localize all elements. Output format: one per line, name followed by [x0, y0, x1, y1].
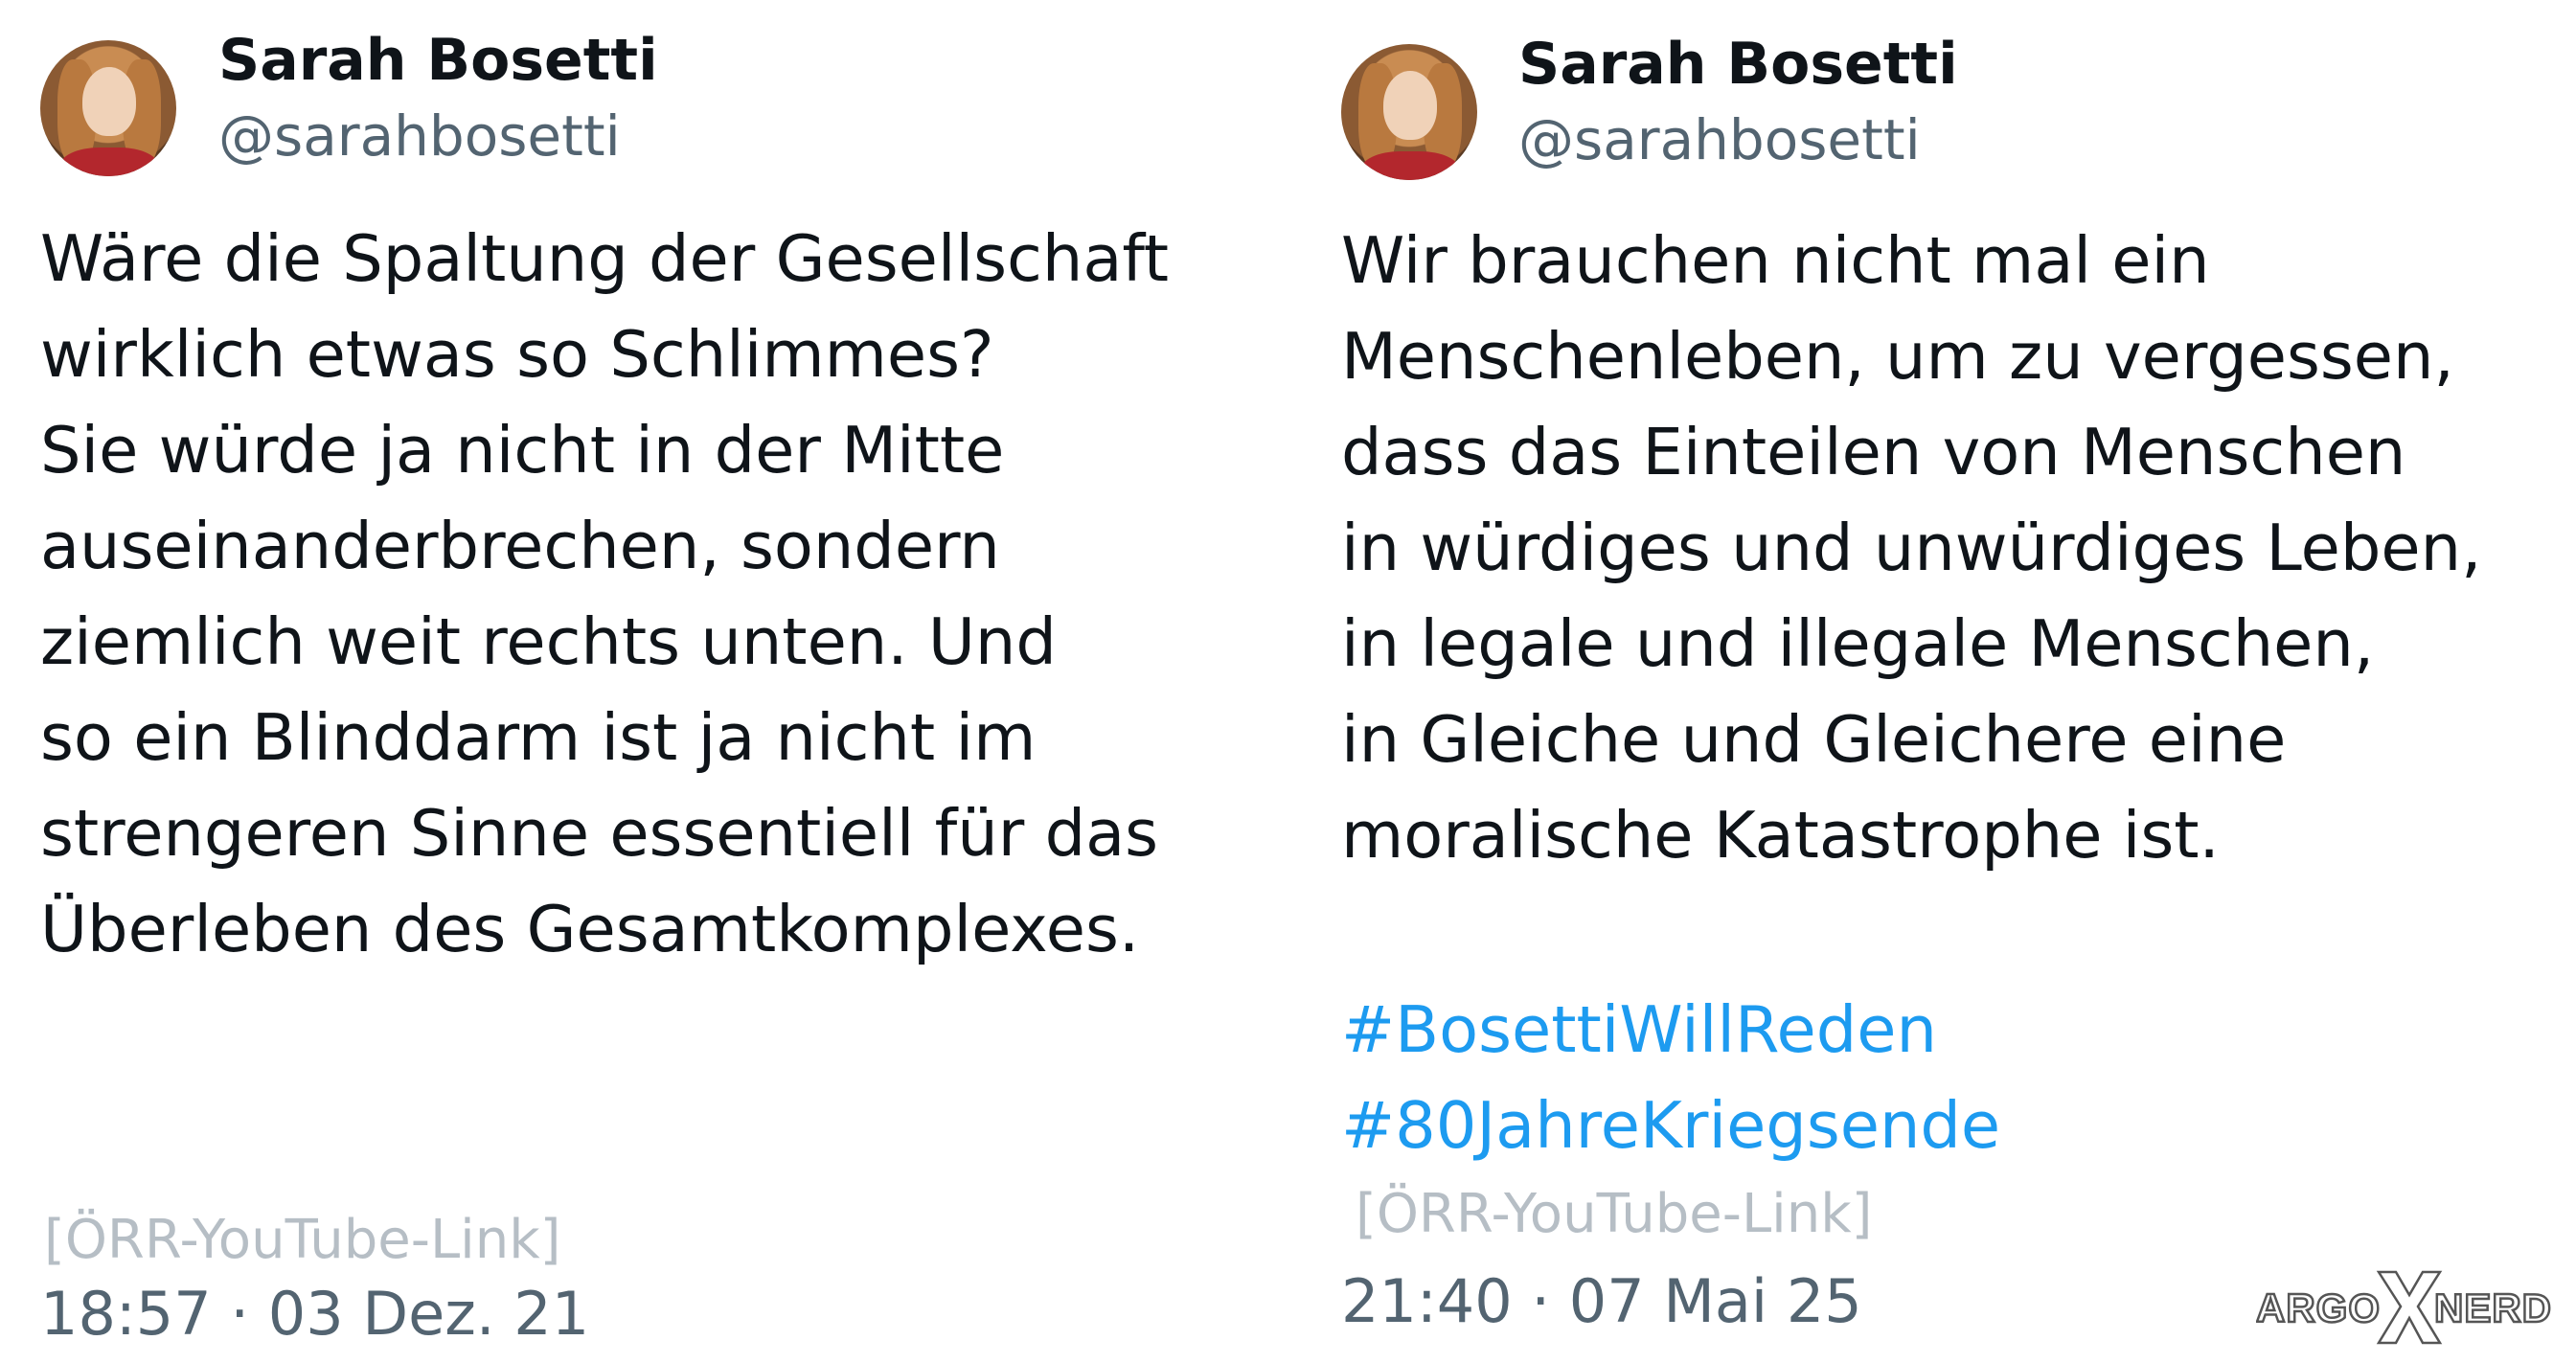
logo-text-left: ARGO	[2256, 1285, 2381, 1330]
tweet-timestamp[interactable]: 18:57 · 03 Dez. 21	[40, 1279, 589, 1349]
tweet-text-line: auseinanderbrechen, sondern	[40, 509, 1000, 583]
tweet-text: Wir brauchen nicht mal ein Menschenleben…	[1341, 213, 2481, 883]
tweet-text: Wäre die Spaltung der Gesellschaft wirkl…	[40, 211, 1169, 977]
tweet-card-right: Sarah Bosetti @sarahbosetti Wir brauchen…	[1298, 0, 2576, 1363]
youtube-link-placeholder: [ÖRR-YouTube-Link]	[1356, 1183, 1873, 1245]
argo-nerd-logo: ARGO NERD	[2256, 1270, 2552, 1345]
author-name[interactable]: Sarah Bosetti	[1518, 31, 1958, 98]
tweet-text-line: dass das Einteilen von Menschen	[1341, 415, 2406, 489]
tweet-text-line: Wir brauchen nicht mal ein	[1341, 223, 2210, 298]
avatar[interactable]	[1341, 44, 1477, 180]
tweet-timestamp[interactable]: 21:40 · 07 Mai 25	[1341, 1266, 1862, 1336]
hashtag-list: #BosettiWillReden #80JahreKriegsende	[1341, 982, 2000, 1173]
hashtag-link[interactable]: #80JahreKriegsende	[1341, 1078, 2000, 1173]
avatar-face	[82, 67, 136, 136]
tweet-text-line: Menschenleben, um zu vergessen,	[1341, 319, 2454, 394]
tweet-text-line: in legale und illegale Menschen,	[1341, 606, 2375, 681]
youtube-link-placeholder: [ÖRR-YouTube-Link]	[44, 1209, 561, 1271]
logo-x-mark	[2376, 1270, 2443, 1345]
tweet-text-line: Überleben des Gesamtkomplexes.	[40, 892, 1140, 966]
tweet-text-line: strengeren Sinne essentiell für das	[40, 796, 1159, 871]
logo-text-right: NERD	[2434, 1285, 2552, 1330]
tweet-card-left: Sarah Bosetti @sarahbosetti Wäre die Spa…	[0, 0, 1284, 1363]
avatar-shirt	[59, 148, 159, 176]
author-handle[interactable]: @sarahbosetti	[1518, 107, 1921, 172]
tweet-text-line: moralische Katastrophe ist.	[1341, 798, 2220, 873]
author-handle[interactable]: @sarahbosetti	[218, 103, 621, 169]
tweet-text-line: Sie würde ja nicht in der Mitte	[40, 413, 1005, 488]
tweet-text-line: so ein Blinddarm ist ja nicht im	[40, 700, 1037, 775]
avatar-shirt	[1360, 151, 1460, 180]
author-name[interactable]: Sarah Bosetti	[218, 27, 658, 94]
tweet-text-line: in würdiges und unwürdiges Leben,	[1341, 511, 2482, 585]
tweet-text-line: in Gleiche und Gleichere eine	[1341, 702, 2287, 777]
hashtag-link[interactable]: #BosettiWillReden	[1341, 982, 2000, 1078]
tweet-text-line: Wäre die Spaltung der Gesellschaft	[40, 221, 1170, 296]
avatar-face	[1383, 71, 1437, 140]
avatar[interactable]	[40, 40, 176, 176]
tweet-text-line: wirklich etwas so Schlimmes?	[40, 317, 994, 392]
tweet-text-line: ziemlich weit rechts unten. Und	[40, 604, 1057, 679]
